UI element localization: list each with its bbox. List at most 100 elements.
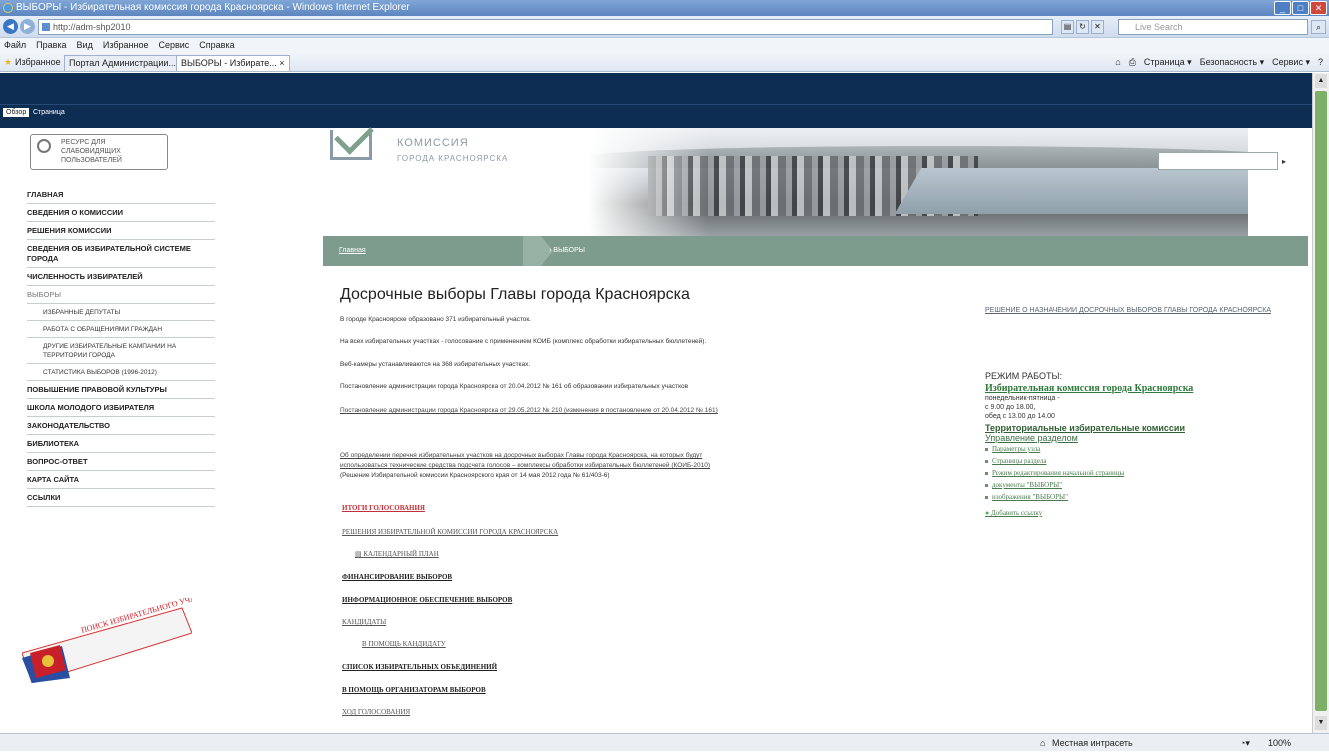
manage-item[interactable]: Параметры узла xyxy=(985,443,1295,455)
commission-decisions-link[interactable]: РЕШЕНИЯ ИЗБИРАТЕЛЬНОЙ КОМИССИИ ГОРОДА КР… xyxy=(342,528,558,536)
scroll-up-icon[interactable]: ▲ xyxy=(1315,74,1327,88)
search-input[interactable]: Live Search xyxy=(1118,19,1308,35)
nav-item-deputies[interactable]: ИЗБРАННЫЕ ДЕПУТАТЫ xyxy=(27,304,215,321)
nav-item-legislation[interactable]: ЗАКОНОДАТЕЛЬСТВО xyxy=(27,417,215,435)
territorial-commissions-link[interactable]: Территориальные избирательные комиссии xyxy=(985,423,1295,433)
site-search-go-icon[interactable]: ▸ xyxy=(1282,157,1286,166)
info-webcams: Веб-камеры устанавливаются на 368 избира… xyxy=(340,361,531,368)
close-button[interactable]: ✕ xyxy=(1310,1,1327,15)
search-icon[interactable]: ⌕ xyxy=(1311,20,1326,34)
main-nav: ГЛАВНАЯ СВЕДЕНИЯ О КОМИССИИ РЕШЕНИЯ КОМИ… xyxy=(27,186,215,507)
bullet-icon xyxy=(985,495,988,499)
commission-link[interactable]: Избирательная комиссия города Красноярск… xyxy=(985,383,1295,394)
nav-item-school[interactable]: ШКОЛА МОЛОДОГО ИЗБИРАТЕЛЯ xyxy=(27,399,215,417)
commission-logo-icon xyxy=(330,115,374,160)
menu-view[interactable]: Вид xyxy=(77,38,93,52)
menu-bar: Файл Правка Вид Избранное Сервис Справка xyxy=(0,38,1329,52)
window-titlebar: ВЫБОРЫ - Избирательная комиссия города К… xyxy=(0,0,1329,16)
information-support-link[interactable]: ИНФОРМАЦИОННОЕ ОБЕСПЕЧЕНИЕ ВЫБОРОВ xyxy=(342,596,512,604)
refresh-icon[interactable]: ↻ xyxy=(1076,20,1089,34)
manage-item-label: изображения "ВЫБОРЫ" xyxy=(992,493,1068,501)
nav-item-legal-culture[interactable]: ПОВЫШЕНИЕ ПРАВОВОЙ КУЛЬТУРЫ xyxy=(27,381,215,399)
nav-item-sitemap[interactable]: КАРТА САЙТА xyxy=(27,471,215,489)
manage-item[interactable]: Страницы раздела xyxy=(985,455,1295,467)
nav-item-library[interactable]: БИБЛИОТЕКА xyxy=(27,435,215,453)
nav-item-faq[interactable]: ВОПРОС-ОТВЕТ xyxy=(27,453,215,471)
safety-menu[interactable]: Безопасность ▾ xyxy=(1200,52,1264,72)
nav-item-home[interactable]: ГЛАВНАЯ xyxy=(27,186,215,204)
manage-item[interactable]: Режим редактирования начальной страницы xyxy=(985,467,1295,479)
org-name-line2: ГОРОДА КРАСНОЯРСКА xyxy=(397,154,509,163)
nav-item-about[interactable]: СВЕДЕНИЯ О КОМИССИИ xyxy=(27,204,215,222)
favorites-button[interactable]: Избранное xyxy=(15,52,61,72)
menu-edit[interactable]: Правка xyxy=(36,38,66,52)
protected-mode-icon[interactable]: ◔▾ xyxy=(1240,734,1250,752)
page-title: Досрочные выборы Главы города Красноярск… xyxy=(340,286,690,303)
back-icon[interactable]: ◀ xyxy=(3,19,18,34)
resolution-161-link[interactable]: Постановление администрации города Красн… xyxy=(340,383,562,390)
candidates-link[interactable]: КАНДИДАТЫ xyxy=(342,618,386,626)
menu-tools[interactable]: Сервис xyxy=(158,38,189,52)
zoom-level[interactable]: 100% xyxy=(1268,734,1291,752)
scroll-down-icon[interactable]: ▼ xyxy=(1315,716,1327,730)
vertical-scrollbar[interactable]: ▲ ▼ xyxy=(1312,73,1329,733)
forward-icon[interactable]: ▶ xyxy=(20,19,35,34)
maximize-button[interactable]: □ xyxy=(1292,1,1309,15)
minimize-button[interactable]: _ xyxy=(1274,1,1291,15)
help-organizers-link[interactable]: В ПОМОЩЬ ОРГАНИЗАТОРАМ ВЫБОРОВ xyxy=(342,686,486,694)
search-placeholder: Live Search xyxy=(1135,22,1183,32)
menu-file[interactable]: Файл xyxy=(4,38,26,52)
manage-item[interactable]: документы "ВЫБОРЫ" xyxy=(985,479,1295,491)
nav-item-decisions[interactable]: РЕШЕНИЯ КОМИССИИ xyxy=(27,222,215,240)
coat-of-arms-icon xyxy=(42,655,54,667)
koib-decision-link-line1[interactable]: Об определении перечня избирательных уча… xyxy=(340,452,702,459)
add-link[interactable]: ● Добавить ссылку xyxy=(985,507,1295,519)
compat-icon[interactable]: ▤ xyxy=(1061,20,1074,34)
favorites-star-icon[interactable]: ★ xyxy=(4,52,12,72)
nav-item-links[interactable]: ССЫЛКИ xyxy=(27,489,215,507)
tab-elections[interactable]: ВЫБОРЫ - Избирате... × xyxy=(176,55,290,71)
accessibility-button[interactable]: РЕСУРС ДЛЯ СЛАБОВИДЯЩИХ ПОЛЬЗОВАТЕЛЕЙ xyxy=(30,134,168,170)
breadcrumb-home-link[interactable]: Главная xyxy=(339,247,366,254)
financing-link[interactable]: ФИНАНСИРОВАНИЕ ВЫБОРОВ xyxy=(342,573,452,581)
ribbon-tab-page[interactable]: Страница xyxy=(30,108,68,117)
security-zone: Местная интрасеть xyxy=(1052,738,1133,748)
url-input[interactable]: http://adm-shp2010 xyxy=(38,19,1053,35)
menu-favorites[interactable]: Избранное xyxy=(103,38,149,52)
manage-item[interactable]: изображения "ВЫБОРЫ" xyxy=(985,491,1295,503)
home-icon[interactable]: ⌂ xyxy=(1115,52,1120,72)
schedule-hours: с 9.00 до 18.00, xyxy=(985,404,1036,411)
city-panorama-image xyxy=(588,128,1248,236)
associations-list-link[interactable]: СПИСОК ИЗБИРАТЕЛЬНЫХ ОБЪЕДИНЕНИЙ xyxy=(342,663,497,671)
calendar-plan-link[interactable]: ▤ КАЛЕНДАРНЫЙ ПЛАН xyxy=(355,550,439,558)
voting-progress-link[interactable]: ХОД ГОЛОСОВАНИЯ xyxy=(342,708,410,716)
nav-item-appeals[interactable]: РАБОТА С ОБРАЩЕНИЯМИ ГРАЖДАН xyxy=(27,321,215,338)
resolution-210-link[interactable]: Постановление администрации города Красн… xyxy=(340,407,718,414)
ribbon-tab-browse[interactable]: Обзор xyxy=(3,108,30,117)
menu-help[interactable]: Справка xyxy=(199,38,234,52)
stop-icon[interactable]: ✕ xyxy=(1091,20,1104,34)
results-link[interactable]: ИТОГИ ГОЛОСОВАНИЯ xyxy=(342,504,425,512)
print-icon[interactable]: ⎙ xyxy=(1129,52,1136,72)
decision-link[interactable]: РЕШЕНИЕ О НАЗНАЧЕНИИ ДОСРОЧНЫХ ВЫБОРОВ Г… xyxy=(985,306,1285,316)
site-search-input[interactable] xyxy=(1158,152,1278,170)
tools-menu[interactable]: Сервис ▾ xyxy=(1272,52,1310,72)
url-text: http://adm-shp2010 xyxy=(53,22,131,32)
add-link-label: Добавить ссылку xyxy=(990,509,1043,517)
help-candidate-link[interactable]: В ПОМОЩЬ КАНДИДАТУ xyxy=(362,640,446,648)
help-icon[interactable]: ? xyxy=(1318,52,1323,72)
info-stations: В городе Красноярске образовано 371 изби… xyxy=(340,316,531,323)
nav-item-statistics[interactable]: СТАТИСТИКА ВЫБОРОВ (1996-2012) xyxy=(27,364,215,381)
schedule-block: РЕЖИМ РАБОТЫ: Избирательная комиссия гор… xyxy=(985,371,1295,519)
polling-station-search-banner[interactable]: ПОИСК ИЗБИРАТЕЛЬНОГО УЧАСТКА xyxy=(22,598,192,683)
manage-section-link[interactable]: Управление разделом xyxy=(985,433,1295,443)
nav-item-campaigns[interactable]: ДРУГИЕ ИЗБИРАТЕЛЬНЫЕ КАМПАНИИ НА ТЕРРИТО… xyxy=(27,338,215,364)
nav-item-elections[interactable]: ВЫБОРЫ xyxy=(27,286,215,304)
nav-item-voters[interactable]: ЧИСЛЕННОСТЬ ИЗБИРАТЕЛЕЙ xyxy=(27,268,215,286)
info-koib: На всех избирательных участках - голосов… xyxy=(340,338,707,345)
nav-item-system[interactable]: СВЕДЕНИЯ ОБ ИЗБИРАТЕЛЬНОЙ СИСТЕМЕ ГОРОДА xyxy=(27,240,215,268)
scroll-thumb[interactable] xyxy=(1315,91,1327,711)
koib-decision-link-line2[interactable]: использоваться технические средства подс… xyxy=(340,462,710,469)
tab-portal[interactable]: Портал Администрации... xyxy=(64,55,181,71)
page-menu[interactable]: Страница ▾ xyxy=(1144,52,1192,72)
